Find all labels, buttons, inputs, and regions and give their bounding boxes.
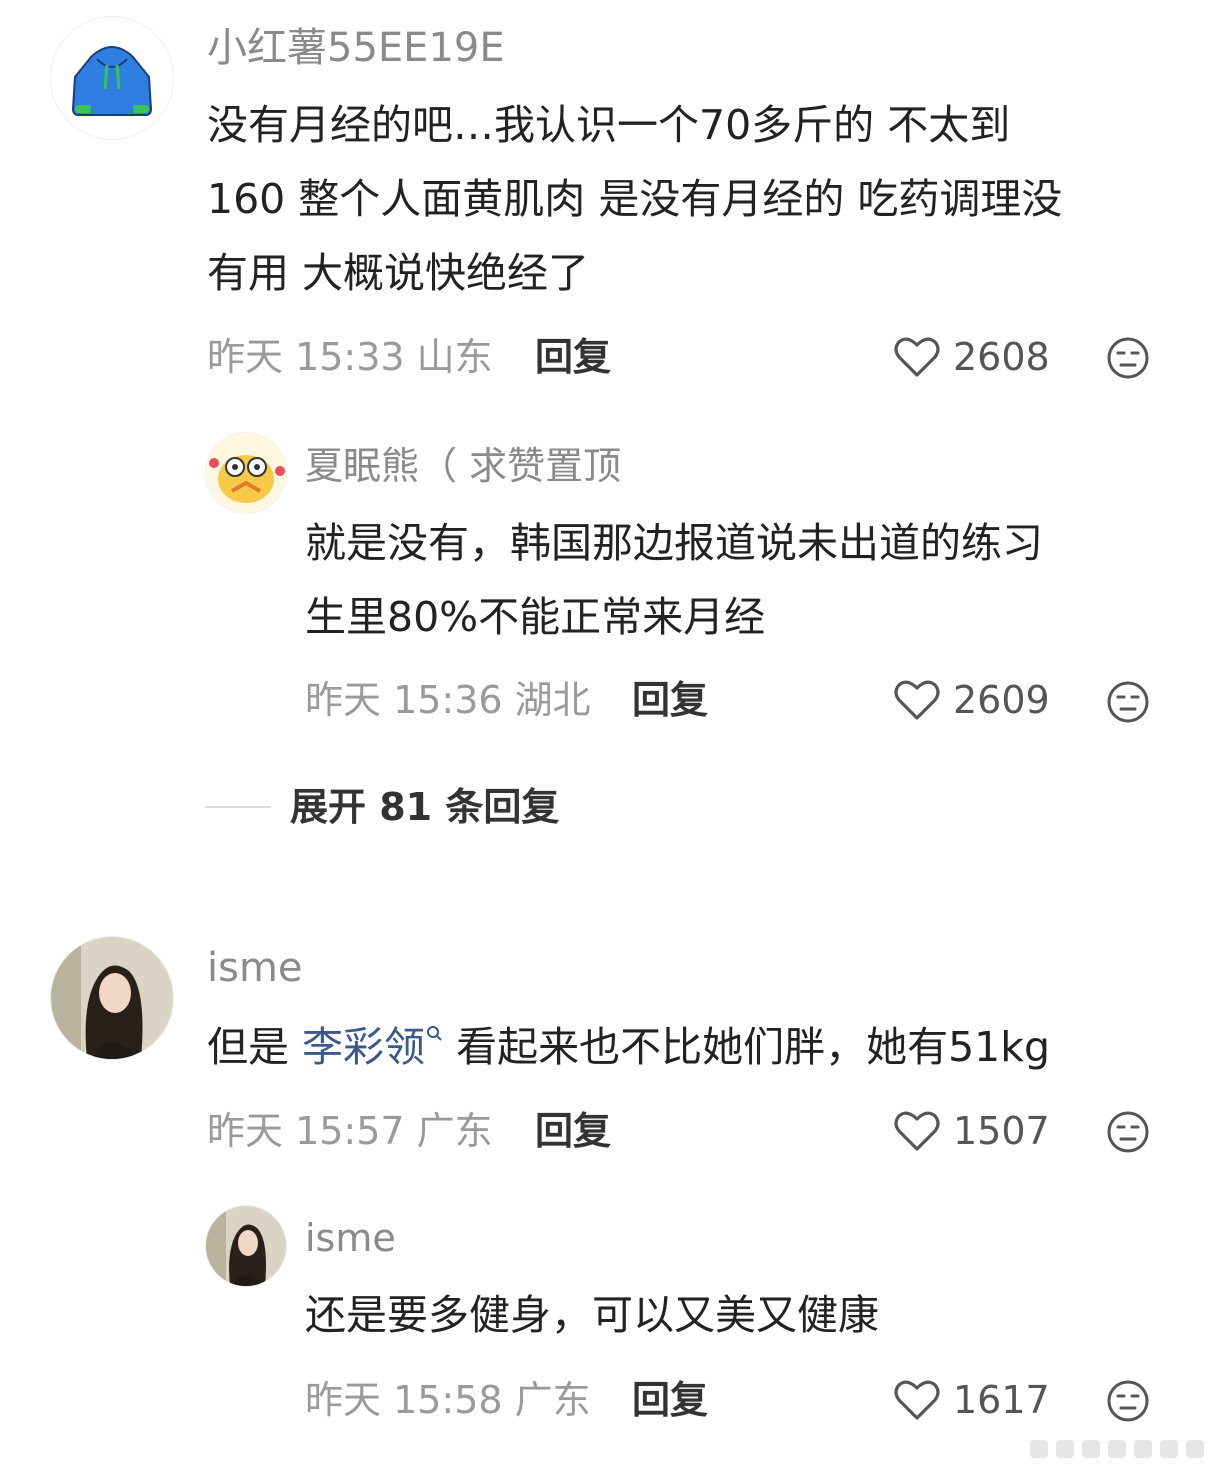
photo-avatar-icon [206,1206,286,1286]
dislike-face-icon[interactable] [1106,680,1150,724]
comment-text: 没有月经的吧…我认识一个70多斤的 不太到 160 整个人面黄肌肉 是没有月经的… [207,88,1187,310]
comment-text-line: 还是要多健身，可以又美又健康 [305,1291,879,1339]
avatar[interactable] [50,16,174,140]
comment-text: 就是没有，韩国那边报道说未出道的练习 生里80%不能正常来月经 [305,506,1185,654]
search-icon[interactable] [425,1024,443,1046]
heart-icon [894,680,940,720]
comment-meta: 昨天 15:58 广东 [305,1378,591,1422]
heart-icon [894,337,940,377]
reply-button[interactable]: 回复 [535,1107,611,1155]
like-count: 2608 [953,335,1050,379]
watermark-icon [1030,1440,1204,1458]
comment-text-prefix: 但是 [207,1023,303,1071]
comment-username[interactable]: isme [305,1214,396,1262]
like-button[interactable]: 1507 [893,1107,1050,1155]
comment-text-line: 160 整个人面黄肌肉 是没有月经的 吃药调理没 [207,175,1063,223]
photo-avatar-icon [51,937,173,1059]
comment-username[interactable]: isme [207,944,303,992]
avatar[interactable] [50,936,174,1060]
comment-text-line: 就是没有，韩国那边报道说未出道的练习 [305,519,1043,567]
avatar[interactable] [205,1205,287,1287]
reply-button[interactable]: 回复 [632,1376,708,1424]
dislike-face-icon[interactable] [1106,336,1150,380]
sticker-avatar-icon [206,433,286,513]
comment-text-suffix: 看起来也不比她们胖，她有51kg [443,1023,1051,1071]
like-button[interactable]: 2608 [893,333,1050,381]
comment-text-line: 有用 大概说快绝经了 [207,249,590,297]
heart-icon [894,1380,940,1420]
like-button[interactable]: 2609 [893,676,1050,724]
comment-text-line: 生里80%不能正常来月经 [305,593,766,641]
comment-meta: 昨天 15:33 山东 [207,335,493,379]
comment-meta: 昨天 15:57 广东 [207,1109,493,1153]
comment-username[interactable]: 小红薯55EE19E [207,24,505,72]
comment-text-line: 没有月经的吧…我认识一个70多斤的 不太到 [207,101,1011,149]
avatar[interactable] [205,432,287,514]
expand-divider [205,806,271,808]
comment-meta: 昨天 15:36 湖北 [305,678,591,722]
reply-button[interactable]: 回复 [535,333,611,381]
comment-username[interactable]: 夏眠熊（ 求赞置顶 [305,442,621,490]
expand-replies-button[interactable]: 展开 81 条回复 [290,783,559,831]
like-count: 2609 [953,678,1050,722]
hoodie-icon [51,17,173,139]
reply-button[interactable]: 回复 [632,676,708,724]
like-count: 1507 [953,1109,1050,1153]
like-button[interactable]: 1617 [893,1376,1050,1424]
mention-link[interactable]: 李彩领 [302,1023,425,1071]
like-count: 1617 [953,1378,1050,1422]
dislike-face-icon[interactable] [1106,1379,1150,1423]
heart-icon [894,1111,940,1151]
dislike-face-icon[interactable] [1106,1110,1150,1154]
comment-text: 还是要多健身，可以又美又健康 [305,1278,1185,1352]
comment-text: 但是 李彩领 看起来也不比她们胖，她有51kg [207,1010,1187,1084]
